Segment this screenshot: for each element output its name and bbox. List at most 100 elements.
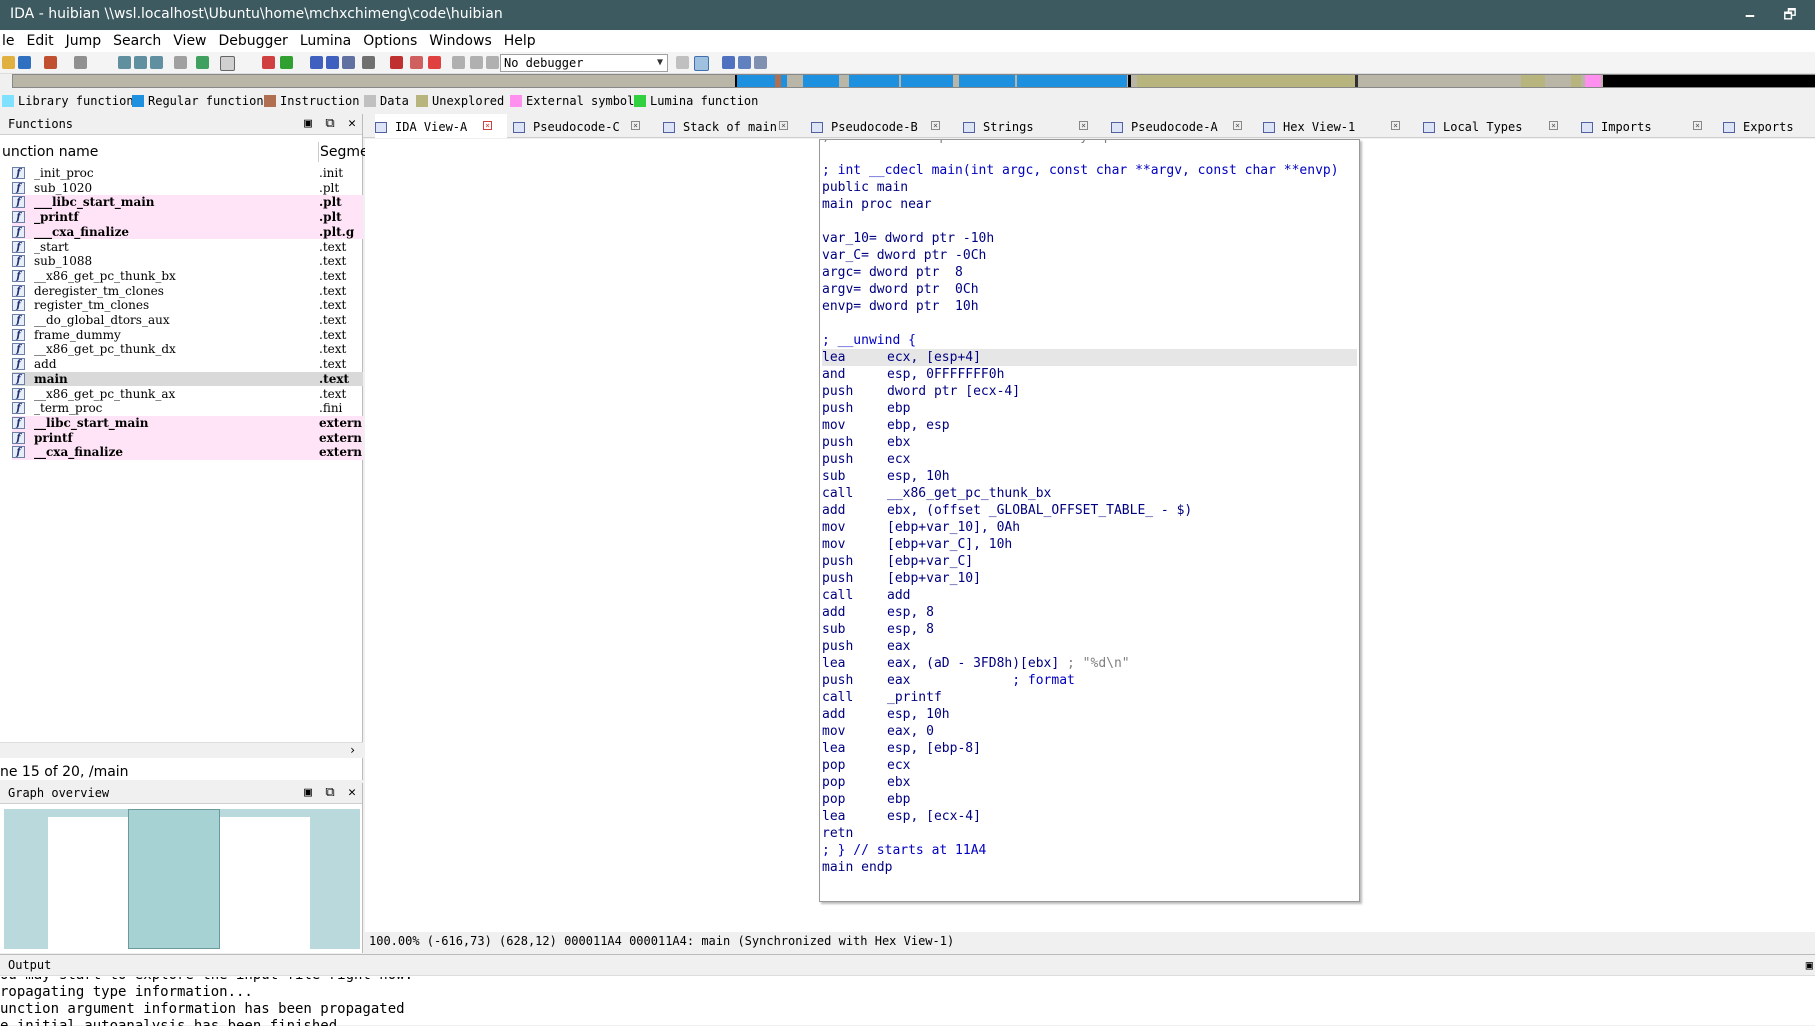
close-icon[interactable]: × (631, 121, 640, 130)
text-icon[interactable] (220, 56, 235, 71)
close-icon[interactable]: × (1391, 121, 1400, 130)
function-row[interactable]: f ___libc_start_main .plt (12, 195, 363, 211)
enum-icon[interactable] (362, 56, 375, 69)
debugger-select[interactable]: No debugger ▼ (500, 54, 668, 72)
navigation-band[interactable] (12, 74, 1815, 88)
scroll-right-icon[interactable]: › (350, 743, 355, 757)
function-row[interactable]: f sub_1020 .plt (12, 181, 363, 196)
code-line[interactable]: ; int __cdecl main(int argc, const char … (822, 162, 1339, 179)
code-line[interactable]: pop ebx (822, 774, 910, 791)
code-icon[interactable] (310, 56, 323, 69)
open-icon[interactable] (2, 56, 15, 69)
code-line[interactable]: envp= dword ptr 10h (822, 298, 979, 315)
tab-local-types[interactable]: Local Types × (1423, 114, 1573, 138)
tab-stack-of-main[interactable]: Stack of main × (663, 114, 803, 138)
function-row[interactable]: f __libc_start_main extern (12, 415, 363, 431)
tab-strings[interactable]: Strings × (963, 114, 1103, 138)
menu-lumina[interactable]: Lumina (294, 30, 357, 52)
code-line[interactable]: retn (822, 825, 853, 842)
search-binary-icon[interactable] (134, 56, 147, 69)
close-icon[interactable]: × (1549, 121, 1558, 130)
save-icon[interactable] (18, 56, 31, 69)
breakpoint-icon[interactable] (390, 56, 403, 69)
ida-view-disassembly[interactable]: ; Attributes: bp-based frame fuzzy-sp ; i… (365, 139, 1815, 932)
menu-jump[interactable]: Jump (60, 30, 108, 52)
tab-hex-view-1[interactable]: Hex View-1 × (1263, 114, 1415, 138)
code-line[interactable]: mov [ebp+var_C], 10h (822, 536, 1012, 553)
column-header-name[interactable]: unction name (2, 141, 98, 163)
menu-debugger[interactable]: Debugger (213, 30, 294, 52)
forward-icon[interactable] (74, 56, 87, 69)
search-text-icon[interactable] (118, 56, 131, 69)
close-icon[interactable]: × (779, 121, 788, 130)
graph-viewport[interactable] (128, 809, 220, 949)
minimize-button[interactable]: 🗕 (1735, 4, 1765, 26)
close-icon[interactable]: ✕ (344, 783, 360, 803)
back-icon[interactable] (44, 56, 57, 69)
code-line[interactable]: pop ecx (822, 757, 910, 774)
functions-hscrollbar[interactable]: › (0, 742, 363, 758)
function-row[interactable]: f ___cxa_finalize .plt.g (12, 224, 363, 240)
code-line[interactable]: push ecx (822, 451, 910, 468)
code-line[interactable]: argc= dword ptr 8 (822, 264, 963, 281)
code-line[interactable]: call _printf (822, 689, 942, 706)
code-line[interactable]: var_10= dword ptr -10h (822, 230, 994, 247)
tab-exports[interactable]: Exports (1723, 114, 1815, 138)
code-line[interactable]: argv= dword ptr 0Ch (822, 281, 979, 298)
function-row[interactable]: f __cxa_finalize extern (12, 445, 363, 460)
function-row[interactable]: f frame_dummy .text (12, 328, 363, 343)
code-block[interactable]: ; Attributes: bp-based frame fuzzy-sp ; i… (819, 139, 1360, 902)
struct-icon[interactable] (342, 56, 355, 69)
code-line[interactable]: mov eax, 0 (822, 723, 934, 740)
search-immediate-icon[interactable] (150, 56, 163, 69)
maximize-icon[interactable]: ▣ (300, 783, 316, 803)
align-icon[interactable] (738, 56, 751, 69)
lumina-icon[interactable] (280, 56, 293, 69)
close-icon[interactable]: × (1079, 121, 1088, 130)
next-icon[interactable] (196, 56, 209, 69)
code-line[interactable]: main endp (822, 859, 892, 876)
collapse-icon[interactable] (754, 56, 767, 69)
tab-pseudocode-b[interactable]: Pseudocode-B × (811, 114, 955, 138)
code-line[interactable]: mov [ebp+var_10], 0Ah (822, 519, 1020, 536)
function-row[interactable]: f main .text (12, 371, 363, 387)
function-row[interactable]: f _printf .plt (12, 210, 363, 225)
pause-icon[interactable] (470, 56, 483, 69)
code-line[interactable]: ; } // starts at 11A4 (822, 842, 986, 859)
tab-ida-view-a[interactable]: IDA View-A × (375, 114, 507, 138)
float-icon[interactable]: ⧉ (322, 114, 338, 134)
code-line[interactable]: var_C= dword ptr -0Ch (822, 247, 986, 264)
code-line[interactable]: push [ebp+var_10] (822, 570, 981, 587)
code-line[interactable]: add esp, 10h (822, 706, 950, 723)
function-row[interactable]: f sub_1088 .text (12, 254, 363, 269)
code-line[interactable]: lea esp, [ecx-4] (822, 808, 981, 825)
function-row[interactable]: f _term_proc .fini (12, 401, 363, 416)
code-line[interactable]: main proc near (822, 196, 932, 213)
graph-icon[interactable] (262, 56, 275, 69)
diamond-icon[interactable] (428, 56, 441, 69)
code-line[interactable]: sub esp, 8 (822, 621, 934, 638)
close-icon[interactable]: × (1693, 121, 1702, 130)
code-line[interactable]: add esp, 8 (822, 604, 934, 621)
menu-view[interactable]: View (167, 30, 212, 52)
run-icon[interactable] (452, 56, 465, 69)
function-row[interactable]: f _init_proc .init (12, 166, 363, 181)
function-row[interactable]: f _start .text (12, 240, 363, 255)
jump-icon[interactable] (174, 56, 187, 69)
graph-overview-canvas[interactable] (4, 809, 360, 949)
code-line[interactable]: push dword ptr [ecx-4] (822, 383, 1020, 400)
list-icon[interactable] (722, 56, 735, 69)
code-line[interactable]: sub esp, 10h (822, 468, 950, 485)
tab-pseudocode-a[interactable]: Pseudocode-A × (1111, 114, 1257, 138)
code-line[interactable]: and esp, 0FFFFFFF0h (822, 366, 1004, 383)
code-line[interactable]: call add (822, 587, 910, 604)
menu-edit[interactable]: Edit (21, 30, 60, 52)
close-icon[interactable]: × (1233, 121, 1242, 130)
function-row[interactable]: f __x86_get_pc_thunk_dx .text (12, 342, 363, 357)
function-row[interactable]: f __x86_get_pc_thunk_ax .text (12, 387, 363, 402)
code-line[interactable]: pop ebp (822, 791, 910, 808)
code-line[interactable]: lea esp, [ebp-8] (822, 740, 981, 757)
attach-icon[interactable] (676, 56, 689, 69)
menu-file[interactable]: le (0, 30, 21, 52)
code-line[interactable]: ; __unwind { (822, 332, 916, 349)
